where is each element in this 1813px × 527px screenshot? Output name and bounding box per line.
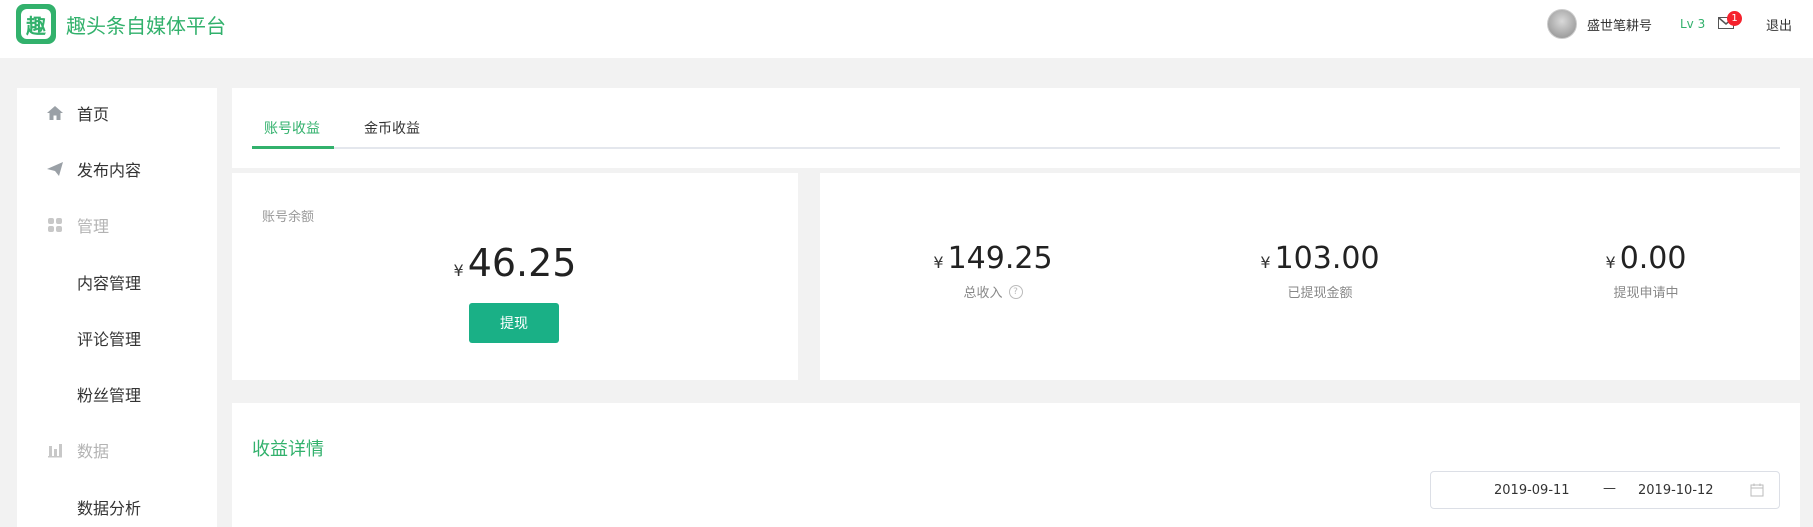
sidebar-group-label: 管理 [77, 217, 110, 236]
tabs-divider [252, 147, 1780, 149]
currency-symbol: ¥ [1605, 253, 1616, 272]
sidebar-item-publish[interactable]: 发布内容 [17, 149, 217, 189]
sidebar-item-home[interactable]: 首页 [17, 93, 217, 133]
currency-symbol: ¥ [933, 253, 944, 272]
balance-card: 账号余额 ¥46.25 提现 [232, 173, 798, 380]
stats-card: ¥149.25 总收入 ? ¥103.00 已提现金额 ¥0.00 提现申请中 [820, 173, 1800, 380]
grid-icon [46, 216, 64, 234]
home-icon [46, 104, 64, 122]
sidebar-item-label: 数据分析 [77, 499, 142, 518]
level-badge: Lv 3 [1680, 17, 1706, 31]
stat-withdrawn: ¥103.00 已提现金额 [1170, 241, 1470, 301]
stat-value: 0.00 [1619, 241, 1687, 276]
send-icon [46, 160, 64, 178]
stat-caption: 提现申请中 [1613, 286, 1679, 301]
sidebar-item-comment-manage[interactable]: 评论管理 [17, 318, 217, 358]
sidebar-item-label: 评论管理 [77, 330, 142, 349]
mail-badge: 1 [1727, 11, 1742, 26]
date-start-input[interactable]: 2019-09-11 [1494, 483, 1570, 498]
logout-link[interactable]: 退出 [1766, 15, 1792, 34]
stat-caption: 已提现金额 [1287, 286, 1353, 301]
logo-icon[interactable]: 趣 [16, 4, 56, 44]
tab-active-indicator [252, 146, 334, 149]
sidebar-item-label: 粉丝管理 [77, 386, 142, 405]
sidebar-item-fans-manage[interactable]: 粉丝管理 [17, 374, 217, 414]
income-detail-card: 收益详情 2019-09-11 — 2019-10-12 [232, 403, 1800, 527]
brand-title[interactable]: 趣头条自媒体平台 [66, 10, 226, 39]
logo-char: 趣 [21, 9, 51, 39]
username[interactable]: 盛世笔耕号 [1587, 15, 1652, 34]
avatar[interactable] [1547, 9, 1577, 39]
withdraw-button[interactable]: 提现 [469, 303, 559, 343]
currency-symbol: ¥ [1260, 253, 1271, 272]
stat-value: 103.00 [1274, 241, 1380, 276]
sidebar: 首页 发布内容 管理 内容管理 评论管理 粉丝管理 数据 数据分析 [17, 88, 217, 527]
date-range-picker[interactable]: 2019-09-11 — 2019-10-12 [1430, 471, 1780, 509]
top-header: 趣 趣头条自媒体平台 盛世笔耕号 Lv 3 1 退出 [0, 0, 1813, 58]
stat-caption: 总收入 [963, 286, 1003, 301]
sidebar-item-content-manage[interactable]: 内容管理 [17, 262, 217, 302]
sidebar-item-data-analysis[interactable]: 数据分析 [17, 487, 217, 527]
bar-chart-icon [46, 441, 64, 459]
section-title: 收益详情 [252, 439, 324, 460]
sidebar-item-label: 首页 [77, 105, 110, 124]
sidebar-group-label: 数据 [77, 442, 110, 461]
tab-coin-income[interactable]: 金币收益 [364, 118, 420, 138]
sidebar-item-label: 内容管理 [77, 274, 142, 293]
balance-amount: ¥46.25 [232, 241, 798, 285]
date-separator: — [1603, 481, 1616, 496]
sidebar-item-label: 发布内容 [77, 161, 142, 180]
tabs-card: 账号收益 金币收益 [232, 88, 1800, 168]
stat-value: 149.25 [947, 241, 1053, 276]
balance-value: 46.25 [467, 241, 577, 285]
help-icon[interactable]: ? [1008, 284, 1023, 299]
date-end-input[interactable]: 2019-10-12 [1638, 483, 1714, 498]
calendar-icon[interactable] [1750, 483, 1764, 501]
tab-account-income[interactable]: 账号收益 [264, 118, 320, 138]
currency-symbol: ¥ [453, 261, 464, 280]
sidebar-group-manage: 管理 [17, 205, 217, 245]
balance-label: 账号余额 [262, 210, 315, 225]
sidebar-group-data: 数据 [17, 430, 217, 470]
stat-total-income: ¥149.25 总收入 ? [843, 241, 1143, 301]
stat-pending: ¥0.00 提现申请中 [1496, 241, 1796, 301]
